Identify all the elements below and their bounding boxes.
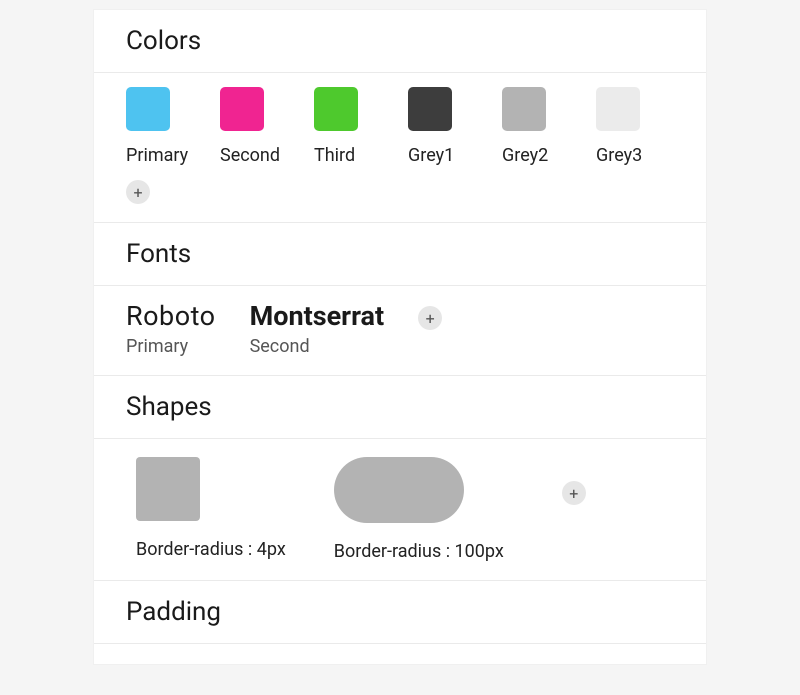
fonts-row: Roboto Primary Montserrat Second +	[126, 300, 674, 357]
color-item-third[interactable]: Third	[314, 87, 358, 166]
color-label: Second	[220, 145, 280, 166]
fonts-section-body: Roboto Primary Montserrat Second +	[94, 286, 706, 376]
color-label: Grey2	[502, 145, 548, 166]
plus-icon: +	[569, 484, 578, 503]
colors-section-body: Primary Second Third Grey1 Grey2 Grey3	[94, 73, 706, 223]
color-label: Grey1	[408, 145, 454, 166]
color-label: Grey3	[596, 145, 642, 166]
shape-preview-box	[136, 457, 200, 521]
color-item-grey1[interactable]: Grey1	[408, 87, 452, 166]
font-name: Roboto	[126, 300, 216, 332]
colors-section-header: Colors	[94, 10, 706, 73]
font-item-primary[interactable]: Roboto Primary	[126, 300, 216, 357]
shapes-section-body: Border-radius : 4px Border-radius : 100p…	[94, 439, 706, 581]
shape-label: Border-radius : 100px	[334, 541, 504, 562]
add-shape-button[interactable]: +	[562, 481, 586, 505]
shape-item-box[interactable]: Border-radius : 4px	[136, 457, 286, 560]
plus-icon: +	[426, 309, 435, 328]
color-swatch	[126, 87, 170, 131]
color-swatch	[314, 87, 358, 131]
color-label: Third	[314, 145, 355, 166]
font-label: Primary	[126, 336, 216, 357]
color-item-grey3[interactable]: Grey3	[596, 87, 640, 166]
color-label: Primary	[126, 145, 188, 166]
font-item-second[interactable]: Montserrat Second	[250, 300, 385, 357]
plus-icon: +	[133, 183, 142, 202]
font-name: Montserrat	[250, 300, 385, 332]
colors-row: Primary Second Third Grey1 Grey2 Grey3	[126, 87, 674, 166]
add-color-button[interactable]: +	[126, 180, 150, 204]
font-label: Second	[250, 336, 385, 357]
color-swatch	[502, 87, 546, 131]
padding-section-header: Padding	[94, 581, 706, 644]
shape-label: Border-radius : 4px	[136, 539, 286, 560]
design-system-panel: Colors Primary Second Third Grey1 Grey2	[94, 10, 706, 664]
shape-item-pill[interactable]: Border-radius : 100px	[334, 457, 504, 562]
shape-preview-pill	[334, 457, 464, 523]
padding-section-body	[94, 644, 706, 664]
shapes-row: Border-radius : 4px Border-radius : 100p…	[126, 453, 674, 562]
color-swatch	[596, 87, 640, 131]
add-font-button[interactable]: +	[418, 306, 442, 330]
color-item-second[interactable]: Second	[220, 87, 264, 166]
color-swatch	[408, 87, 452, 131]
color-item-grey2[interactable]: Grey2	[502, 87, 546, 166]
shapes-section-header: Shapes	[94, 376, 706, 439]
color-item-primary[interactable]: Primary	[126, 87, 170, 166]
color-swatch	[220, 87, 264, 131]
fonts-section-header: Fonts	[94, 223, 706, 286]
